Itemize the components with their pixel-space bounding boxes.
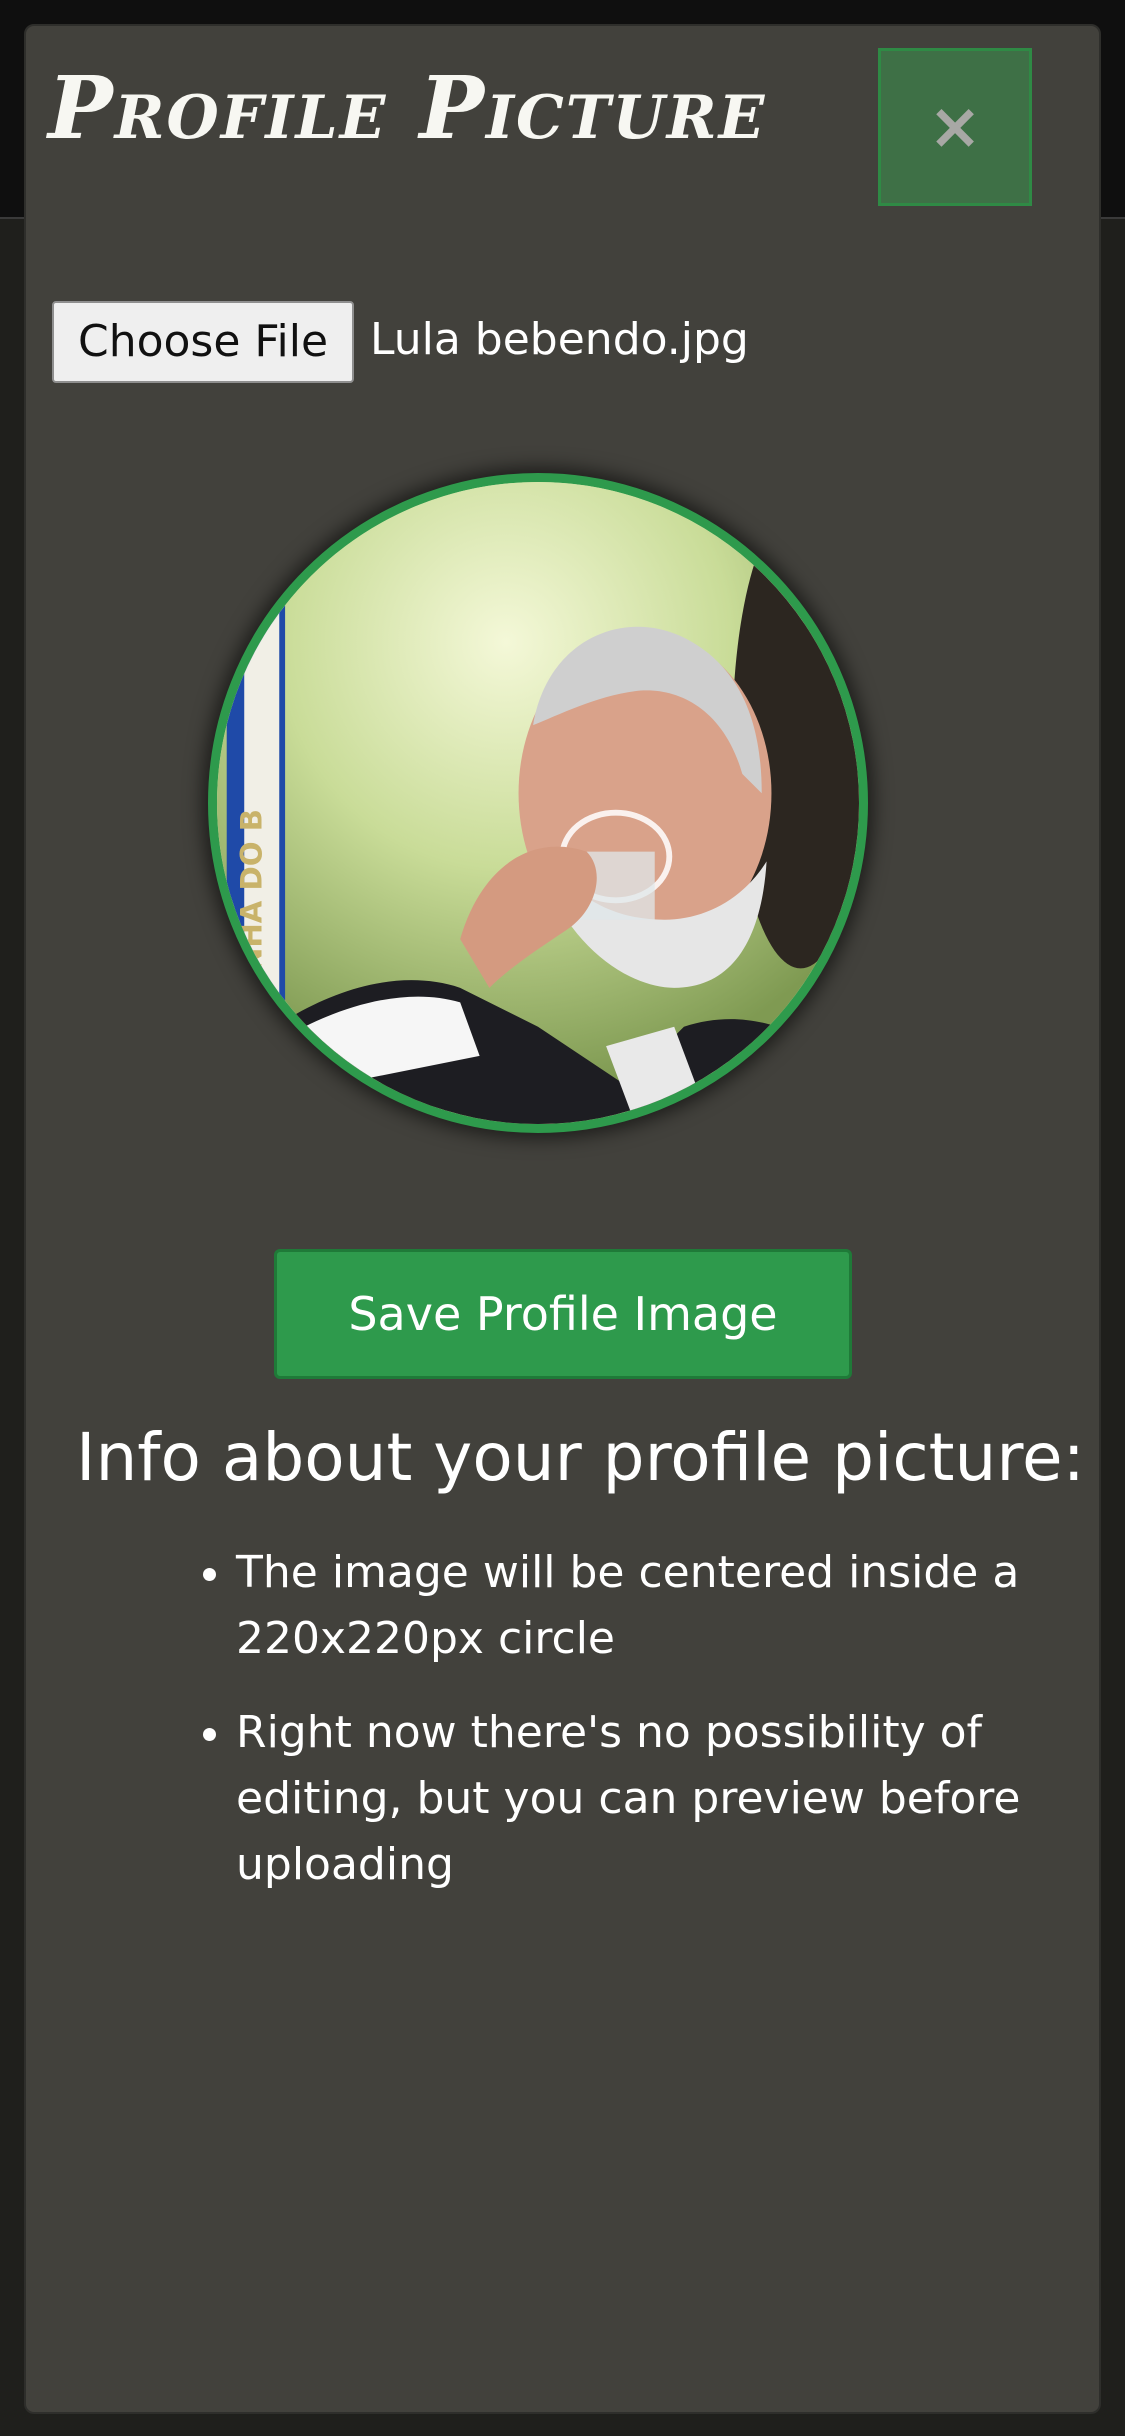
choose-file-button[interactable]: Choose File — [52, 301, 354, 383]
close-button[interactable]: × — [878, 48, 1032, 206]
modal-title: Profile Picture — [48, 58, 767, 159]
info-item-image-size: The image will be centered inside a 220x… — [236, 1540, 1036, 1672]
info-heading: Info about your profile picture: — [76, 1419, 1085, 1496]
profile-photo: NHA DO B — [217, 482, 859, 1124]
info-list: The image will be centered inside a 220x… — [176, 1540, 1036, 1926]
selected-file-name: Lula bebendo.jpg — [370, 314, 749, 365]
close-icon: × — [928, 90, 982, 164]
save-profile-image-button[interactable]: Save Profile Image — [274, 1249, 852, 1379]
info-item-editing: Right now there's no possibility of edit… — [236, 1700, 1036, 1898]
profile-image-preview: NHA DO B — [208, 473, 868, 1133]
